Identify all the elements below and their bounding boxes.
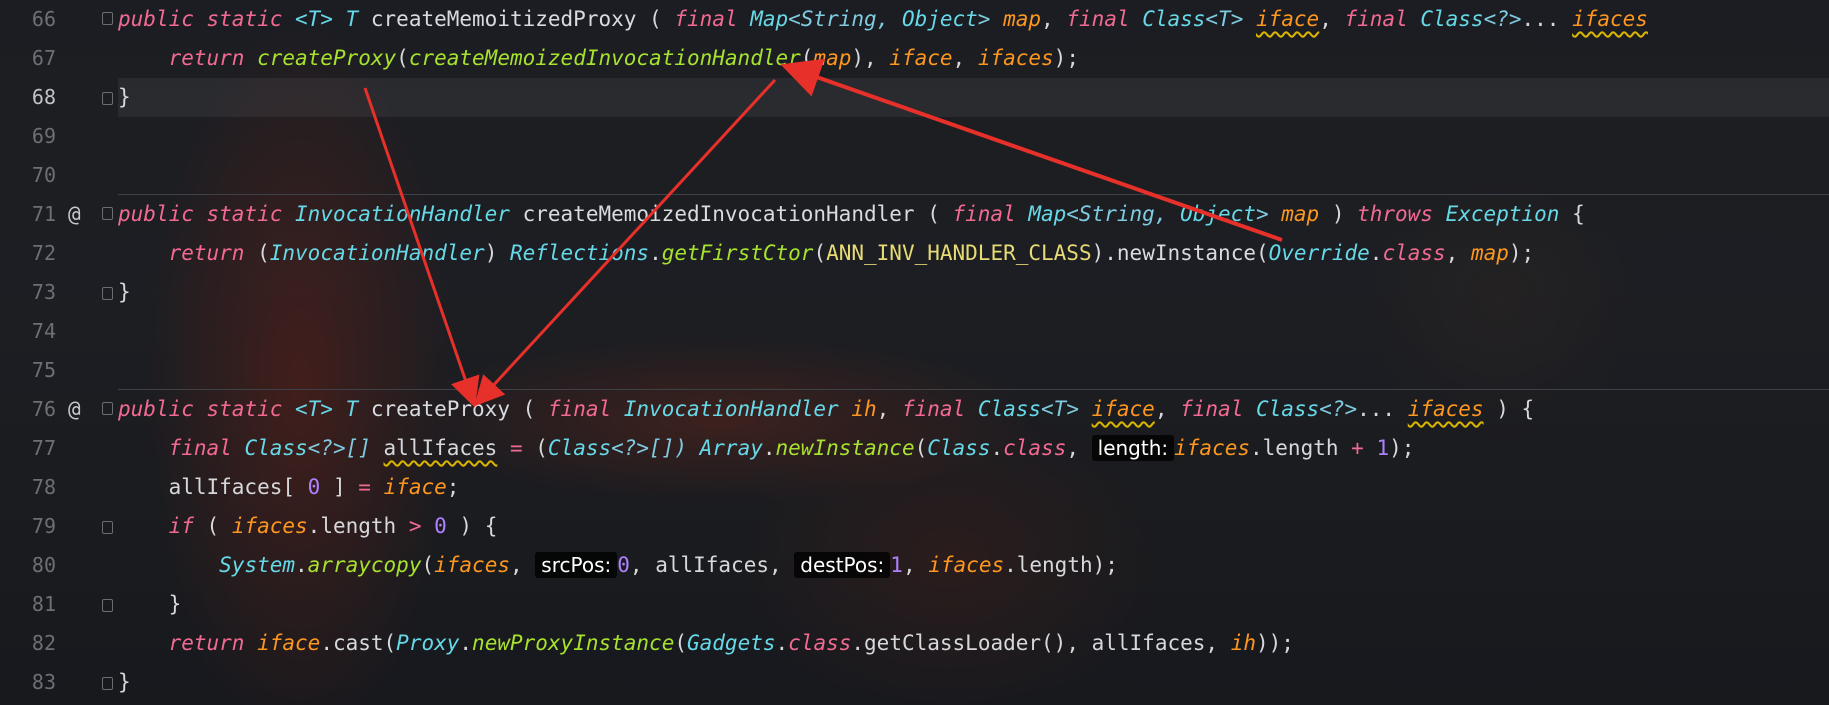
line-number: 67	[31, 46, 56, 70]
code-line-72[interactable]: return (InvocationHandler) Reflections.g…	[118, 234, 1829, 273]
line-number: 77	[31, 436, 56, 460]
fold-marker-icon[interactable]	[102, 207, 113, 220]
code-line-73[interactable]: }	[118, 273, 1829, 312]
fold-marker-icon[interactable]	[102, 402, 113, 415]
fold-marker-icon[interactable]	[102, 92, 113, 105]
line-number: 70	[31, 163, 56, 187]
code-line-81[interactable]: }	[118, 585, 1829, 624]
code-line-78[interactable]: allIfaces[ 0 ] = iface;	[118, 468, 1829, 507]
line-number: 83	[31, 670, 56, 694]
param-hint-srcpos: srcPos:	[535, 552, 618, 578]
fold-marker-icon[interactable]	[102, 599, 113, 612]
line-number: 79	[31, 514, 56, 538]
line-number: 69	[31, 124, 56, 148]
code-line-82[interactable]: return iface.cast(Proxy.newProxyInstance…	[118, 624, 1829, 663]
override-at-icon[interactable]: @	[68, 195, 90, 234]
code-line-67[interactable]: return createProxy(createMemoizedInvocat…	[118, 39, 1829, 78]
line-number: 72	[31, 241, 56, 265]
line-number: 73	[31, 280, 56, 304]
line-number: 75	[31, 358, 56, 382]
param-hint-destpos: destPos:	[794, 552, 891, 578]
override-at-icon[interactable]: @	[68, 390, 90, 429]
code-line-71[interactable]: public static InvocationHandler createMe…	[118, 195, 1829, 234]
line-number: 82	[31, 631, 56, 655]
code-line-83[interactable]: }	[118, 663, 1829, 702]
code-line-68[interactable]: }	[118, 78, 1829, 117]
fold-marker-icon[interactable]	[102, 521, 113, 534]
line-number: 66	[31, 7, 56, 31]
line-number: 76	[31, 397, 56, 421]
line-number: 80	[31, 553, 56, 577]
line-number-current: 68	[31, 85, 56, 109]
line-number: 74	[31, 319, 56, 343]
code-editor[interactable]: public static <T> T createMemoitizedProx…	[118, 0, 1829, 705]
fold-marker-icon[interactable]	[102, 677, 113, 690]
line-number: 78	[31, 475, 56, 499]
fold-marker-icon[interactable]	[102, 12, 113, 25]
line-number: 71	[31, 202, 56, 226]
line-number-gutter[interactable]: 66 67 68 69 70 71 72 73 74 75 76 77 78 7…	[0, 0, 118, 705]
code-line-77[interactable]: final Class<?>[] allIfaces = (Class<?>[]…	[118, 429, 1829, 468]
fold-marker-icon[interactable]	[102, 287, 113, 300]
line-number: 81	[31, 592, 56, 616]
code-line-66[interactable]: public static <T> T createMemoitizedProx…	[118, 0, 1829, 39]
code-line-76[interactable]: public static <T> T createProxy ( final …	[118, 390, 1829, 429]
code-line-79[interactable]: if ( ifaces.length > 0 ) {	[118, 507, 1829, 546]
param-hint-length: length:	[1091, 435, 1175, 461]
code-line-80[interactable]: System.arraycopy(ifaces, srcPos: 0, allIf…	[118, 546, 1829, 585]
